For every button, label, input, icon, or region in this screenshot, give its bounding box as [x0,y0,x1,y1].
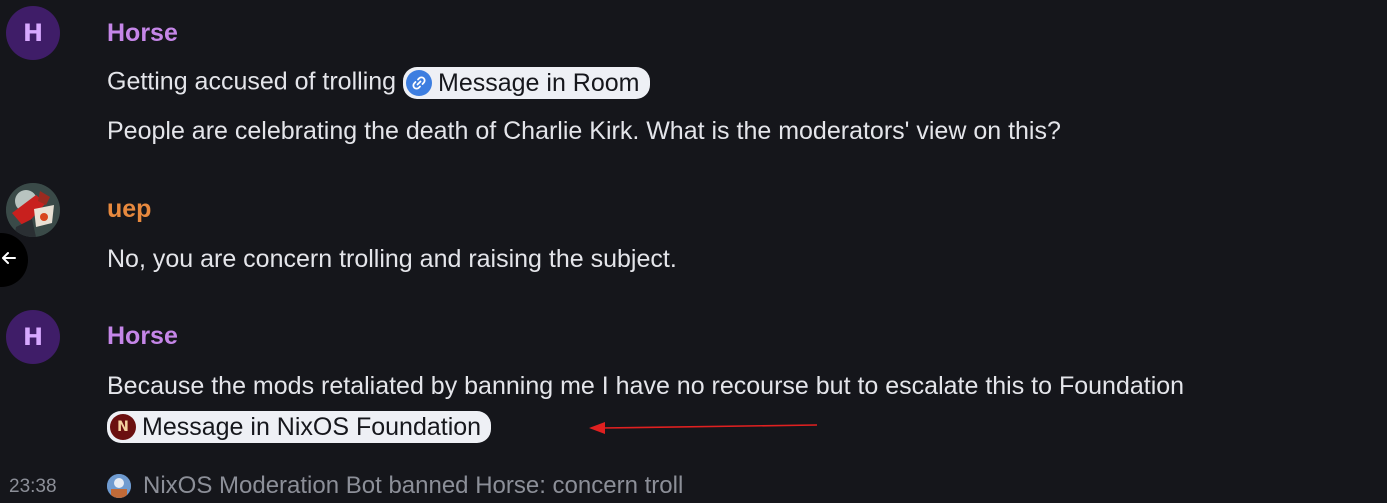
avatar-letter: H [22,323,44,351]
message-body-line: No, you are concern trolling and raising… [107,245,677,273]
annotation-arrow [589,422,818,434]
avatar-uep[interactable] [6,183,60,237]
link-icon [406,70,433,96]
sender-name-horse[interactable]: Horse [107,322,178,351]
avatar-letter: H [22,19,44,47]
membership-event: NixOS Moderation Bot banned Horse: conce… [107,472,683,500]
event-timestamp: 23:38 [9,476,57,497]
pill-label: Message in Room [438,69,640,97]
room-avatar-letter: N [117,419,129,435]
arrow-left-icon [0,249,18,272]
message-text: Getting accused of trolling [107,67,397,96]
message-body-line: Because the mods retaliated by banning m… [107,372,1185,400]
bot-avatar[interactable] [107,474,131,498]
message-body-line: N Message in NixOS Foundation [107,411,492,443]
pill-label: Message in NixOS Foundation [142,413,482,441]
sender-name-uep[interactable]: uep [107,195,151,224]
avatar-image [6,183,60,237]
avatar-horse[interactable]: H [6,310,60,364]
event-text: NixOS Moderation Bot banned Horse: conce… [143,472,684,499]
jump-back-button[interactable] [0,233,28,287]
avatar-horse[interactable]: H [6,6,60,60]
room-avatar-icon: N [110,414,136,440]
message-timeline: H Horse Getting accused of trolling Mess… [0,0,1387,503]
message-body-line: People are celebrating the death of Char… [107,117,1061,145]
message-link-pill[interactable]: Message in Room [403,67,650,99]
sender-name-horse[interactable]: Horse [107,19,178,48]
message-body-line: Getting accused of trolling Message in R… [107,67,650,99]
message-link-pill[interactable]: N Message in NixOS Foundation [107,411,492,443]
